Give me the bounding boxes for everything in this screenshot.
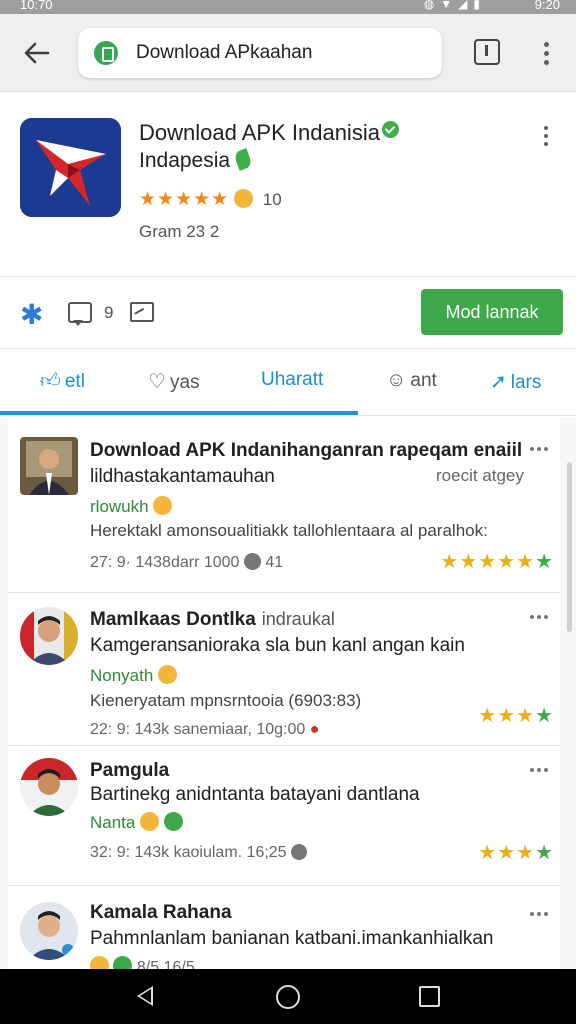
- review-stars: ★★★★: [478, 705, 554, 727]
- nav-home-icon[interactable]: [276, 985, 300, 1009]
- scrollbar[interactable]: [567, 462, 572, 632]
- send-icon: ➚: [490, 371, 507, 393]
- install-count: Gram 23 2: [139, 222, 220, 241]
- review-line: Kamgeransanioraka sla bun kanl angan kai…: [90, 635, 465, 656]
- verified-badge-icon: [381, 121, 399, 138]
- review-line: Bartinekg anidntanta batayani dantlana: [90, 784, 420, 805]
- url-text: Download APkaahan: [136, 42, 313, 63]
- reviews-list: Download APK Indanihanganran rapeqam ena…: [0, 417, 576, 969]
- rating-count: 10: [262, 190, 282, 209]
- status-icons: ◍▼◢▮: [423, 0, 486, 11]
- review-card[interactable]: Pamgula Bartinekg anidntanta batayani da…: [8, 746, 560, 886]
- smiley-icon: ☺: [386, 369, 407, 391]
- back-arrow-icon[interactable]: [20, 36, 54, 70]
- review-more-icon[interactable]: [530, 912, 552, 918]
- tab-bar: 👍︎ etl ♡ yas Uharatt ☺ ant ➚ lars: [0, 348, 576, 416]
- avatar: [20, 607, 78, 665]
- reply-icon: [291, 844, 308, 860]
- browser-menu-icon[interactable]: [540, 40, 554, 68]
- review-stars: ★★★★★★: [440, 551, 554, 573]
- emoji-icon: [158, 665, 178, 684]
- app-title: Download APK Indanisia: [139, 120, 399, 146]
- review-author: Mamlkaas Dontlka indraukal: [90, 609, 335, 630]
- emoji-icon: [234, 189, 254, 208]
- emoji-icon: [90, 956, 109, 969]
- review-body: Herektakl amonsoualitiakk tallohlentaara…: [90, 521, 488, 540]
- review-badge: rlowukh: [90, 496, 173, 517]
- image-icon[interactable]: [130, 302, 154, 322]
- tab-smiles[interactable]: ☺ ant: [386, 369, 437, 392]
- nav-back-icon[interactable]: [137, 986, 153, 1006]
- review-author: Download APK Indanihanganran rapeqam ena…: [90, 440, 523, 461]
- reply-icon: [243, 553, 261, 570]
- review-meta: 22: 9: 143k sanemiaar, 10g:00 ●: [90, 721, 320, 738]
- review-author: Pamgula: [90, 760, 170, 781]
- blood-drop-icon: ●: [309, 721, 320, 738]
- review-card[interactable]: Mamlkaas Dontlka indraukal Kamgeransanior…: [8, 593, 560, 746]
- check-badge-icon: [163, 812, 183, 831]
- status-time: 10:70: [20, 0, 53, 12]
- system-nav-bar: [0, 969, 576, 1024]
- review-meta: 32: 9: 143k kaoiulam. 16;25: [90, 844, 308, 862]
- review-more-icon[interactable]: [530, 447, 552, 453]
- tab-updates[interactable]: Uharatt: [261, 369, 323, 391]
- review-line: lildhastakantamauhan roecit atgey: [90, 466, 524, 487]
- review-meta: 8/5 16/5: [90, 956, 195, 969]
- review-more-icon[interactable]: [530, 768, 552, 774]
- comment-count: 9: [104, 303, 114, 322]
- review-line: Pahmnlanlam banianan katbani.imankanhial…: [90, 928, 494, 949]
- tab-likes[interactable]: 👍︎ etl: [40, 369, 85, 393]
- app-rating: ★★★★★ 10: [139, 188, 282, 211]
- leaf-icon: [113, 956, 133, 969]
- nav-recents-icon[interactable]: [419, 986, 440, 1007]
- tab-share[interactable]: ➚ lars: [490, 369, 541, 394]
- app-logo-icon[interactable]: [20, 118, 121, 217]
- review-stars: ★★★★: [478, 842, 554, 864]
- install-button[interactable]: Mod lannak: [421, 289, 563, 335]
- avatar: [20, 437, 78, 495]
- status-clock: 9:20: [534, 0, 560, 12]
- emoji-icon: [153, 496, 173, 515]
- avatar: [20, 902, 78, 960]
- puzzle-icon[interactable]: ✱: [20, 301, 43, 329]
- tab-switcher-icon[interactable]: [474, 39, 500, 65]
- review-badge: Nonyath: [90, 665, 178, 686]
- review-meta: 27: 9· 1438darr 1000 41: [90, 553, 284, 571]
- url-bar[interactable]: Download APkaahan: [78, 28, 442, 78]
- review-badge: Nanta: [90, 812, 183, 833]
- app-header-card: Download APK Indanisia Indapesia ★★★★★ 1…: [0, 96, 576, 276]
- action-row: ✱ 9 Mod lannak: [0, 276, 576, 348]
- review-card[interactable]: Kamala Rahana Pahmnlanlam banianan katba…: [8, 886, 560, 969]
- review-body: Kieneryatam mpnsrntooia (6903:83): [90, 691, 362, 710]
- review-more-icon[interactable]: [530, 615, 552, 621]
- active-tab-indicator: [0, 411, 358, 415]
- browser-toolbar: Download APkaahan: [0, 14, 576, 92]
- heart-icon: ♡: [148, 371, 166, 393]
- more-options-icon[interactable]: [542, 126, 552, 148]
- review-author: Kamala Rahana: [90, 902, 232, 923]
- thumbs-up-icon: 👍︎: [40, 370, 61, 392]
- tab-favorites[interactable]: ♡ yas: [148, 369, 200, 394]
- emoji-icon: [140, 812, 160, 831]
- comment-icon[interactable]: [68, 302, 92, 326]
- status-bar: 10:70 ◍▼◢▮ 9:20: [0, 0, 576, 14]
- leaf-icon: [233, 148, 253, 171]
- avatar: [20, 758, 78, 816]
- review-card[interactable]: Download APK Indanihanganran rapeqam ena…: [8, 417, 560, 593]
- app-subtitle: Indapesia: [139, 148, 253, 173]
- rating-stars: ★★★★★: [139, 189, 230, 210]
- secure-lock-icon: [94, 41, 118, 65]
